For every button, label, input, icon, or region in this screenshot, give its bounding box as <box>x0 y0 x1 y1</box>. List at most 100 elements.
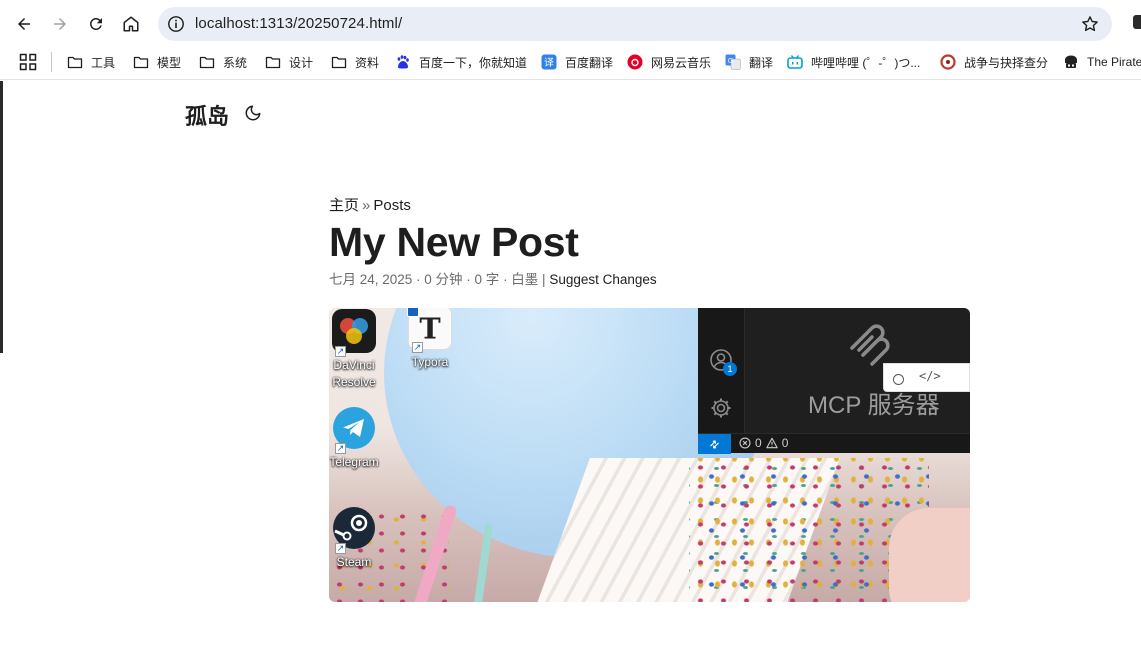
desktop-icon-typora: T ↗ Typora <box>400 308 460 371</box>
folder-icon <box>265 54 281 70</box>
arrow-left-icon <box>18 18 30 30</box>
bookmark-label: 工具 <box>91 55 116 70</box>
bookmark-label: 百度翻译 <box>565 55 614 70</box>
steam-icon: ↗ <box>332 506 376 554</box>
bilibili-icon <box>787 54 803 70</box>
gear-icon <box>709 396 733 420</box>
bookmark-bilibili[interactable]: 哔哩哔哩 (゜-゜)つ... <box>787 51 920 73</box>
bookmark-label: 百度一下，你就知道 <box>419 55 528 70</box>
google-translate-icon: G <box>725 54 741 70</box>
folder-icon <box>199 54 215 70</box>
netease-music-icon <box>627 54 643 70</box>
desktop-icon-label: Steam <box>336 555 372 569</box>
baidu-translate-icon: 译 <box>541 54 557 70</box>
account-badge: 1 <box>723 362 737 376</box>
breadcrumb-separator: » <box>362 197 371 214</box>
back-button[interactable] <box>10 10 38 38</box>
folder-icon <box>67 54 83 70</box>
bookmark-translate[interactable]: G 翻译 <box>725 51 773 73</box>
typora-icon: T ↗ <box>407 308 452 353</box>
checkbox-selected-icon <box>407 308 419 317</box>
vscode-status-bar: 0 0 <box>698 433 970 454</box>
suggest-changes-link[interactable]: Suggest Changes <box>549 272 656 287</box>
folder-icon <box>133 54 149 70</box>
bookmark-label: 系统 <box>223 55 248 70</box>
pirate-icon <box>1063 54 1079 70</box>
shortcut-arrow-icon: ↗ <box>335 443 346 454</box>
bookmark-folder-models[interactable]: 模型 <box>133 51 181 73</box>
baidu-icon <box>395 54 411 70</box>
desktop-icon-davinci: ↗ DaVinci Resolve <box>329 309 384 391</box>
error-count: 0 <box>755 436 762 450</box>
bookmark-label: 网易云音乐 <box>651 55 712 70</box>
davinci-resolve-icon: ↗ <box>332 309 376 357</box>
folder-icon <box>331 54 347 70</box>
bookmark-label: 翻译 <box>749 55 774 70</box>
post-title: My New Post <box>329 219 579 265</box>
svg-text:T: T <box>419 312 440 346</box>
svg-text:译: 译 <box>544 57 554 69</box>
shortcut-arrow-icon: ↗ <box>335 543 346 554</box>
reload-icon <box>90 18 102 30</box>
background-window-edge <box>0 81 3 353</box>
post-cover-image: ↗ DaVinci Resolve T ↗ Typora ↗ Telegram … <box>329 308 970 602</box>
bookmarks-divider <box>51 52 52 72</box>
breadcrumb-posts-link[interactable]: Posts <box>373 197 411 214</box>
bookmark-baidu[interactable]: 百度一下，你就知道 <box>395 51 527 73</box>
theme-toggle-moon-icon[interactable] <box>244 104 262 122</box>
browser-toolbar: localhost:1313/20250724.html/ <box>0 0 1141 46</box>
svg-text:G: G <box>728 57 733 65</box>
bookmark-folder-design[interactable]: 设计 <box>265 51 313 73</box>
bookmark-game-score[interactable]: 战争与抉择查分 <box>940 51 1048 73</box>
bookmark-label: 设计 <box>289 55 314 70</box>
bookmark-folder-resources[interactable]: 资料 <box>331 51 379 73</box>
arm-shape <box>889 508 970 602</box>
address-bar[interactable]: localhost:1313/20250724.html/ <box>158 7 1112 41</box>
ribbon-decoration <box>472 522 494 602</box>
bookmark-label: The Pirate <box>1087 55 1141 69</box>
post-meta-text: 七月 24, 2025 · 0 分钟 · 0 字 · 白墨 | <box>329 272 550 287</box>
bookmark-folder-tools[interactable]: 工具 <box>67 51 115 73</box>
bookmark-label: 模型 <box>157 55 182 70</box>
breadcrumb: 主页» Posts <box>329 194 411 215</box>
bookmark-label: 资料 <box>355 55 380 70</box>
vscode-activity-bar: 1 <box>698 308 745 433</box>
bookmark-label: 哔哩哔哩 (゜-゜)つ... <box>811 55 921 70</box>
bookmark-folder-system[interactable]: 系统 <box>199 51 247 73</box>
reload-button[interactable] <box>82 10 110 38</box>
arrow-right-icon <box>54 18 66 30</box>
home-button[interactable] <box>117 10 145 38</box>
circle-icon <box>893 374 904 385</box>
post-meta: 七月 24, 2025 · 0 分钟 · 0 字 · 白墨 | Suggest … <box>329 268 657 288</box>
remote-indicator-icon <box>698 434 731 454</box>
problems-indicator: 0 0 <box>739 436 788 450</box>
extension-icon[interactable] <box>1133 15 1141 29</box>
vscode-floating-toolbar: </> <box>883 363 970 392</box>
desktop-icon-telegram: ↗ Telegram <box>329 406 384 471</box>
desktop-icon-label: Typora <box>411 355 449 369</box>
warning-icon <box>765 437 778 449</box>
desktop-icon-label: DaVinci Resolve <box>332 358 376 389</box>
telegram-icon: ↗ <box>332 406 376 454</box>
breadcrumb-home-link[interactable]: 主页 <box>329 197 359 214</box>
bookmark-star-icon[interactable] <box>1080 14 1100 34</box>
desktop-icon-steam: ↗ Steam <box>329 506 384 571</box>
site-logo-link[interactable]: 孤岛 <box>185 99 229 131</box>
shortcut-arrow-icon: ↗ <box>412 342 423 353</box>
bookmark-baidu-translate[interactable]: 译 百度翻译 <box>541 51 613 73</box>
game-score-icon <box>940 54 956 70</box>
forward-button[interactable] <box>46 10 74 38</box>
site-info-icon[interactable] <box>166 14 186 34</box>
apps-grid-icon[interactable] <box>19 53 37 71</box>
error-icon <box>739 437 751 449</box>
home-icon <box>123 16 139 32</box>
bookmark-label: 战争与抉择查分 <box>964 55 1049 70</box>
bookmark-netease-music[interactable]: 网易云音乐 <box>627 51 711 73</box>
bookmarks-bar: 工具 模型 系统 设计 资料 百度一下，你就知道 译 百度翻译 网易云音乐 G … <box>0 46 1141 80</box>
url-text[interactable]: localhost:1313/20250724.html/ <box>195 15 402 32</box>
warning-count: 0 <box>781 436 789 450</box>
desktop-icon-label: Telegram <box>329 455 379 469</box>
shortcut-arrow-icon: ↗ <box>335 346 346 357</box>
bookmark-pirate[interactable]: The Pirate <box>1063 51 1141 73</box>
code-icon: </> <box>919 369 941 383</box>
